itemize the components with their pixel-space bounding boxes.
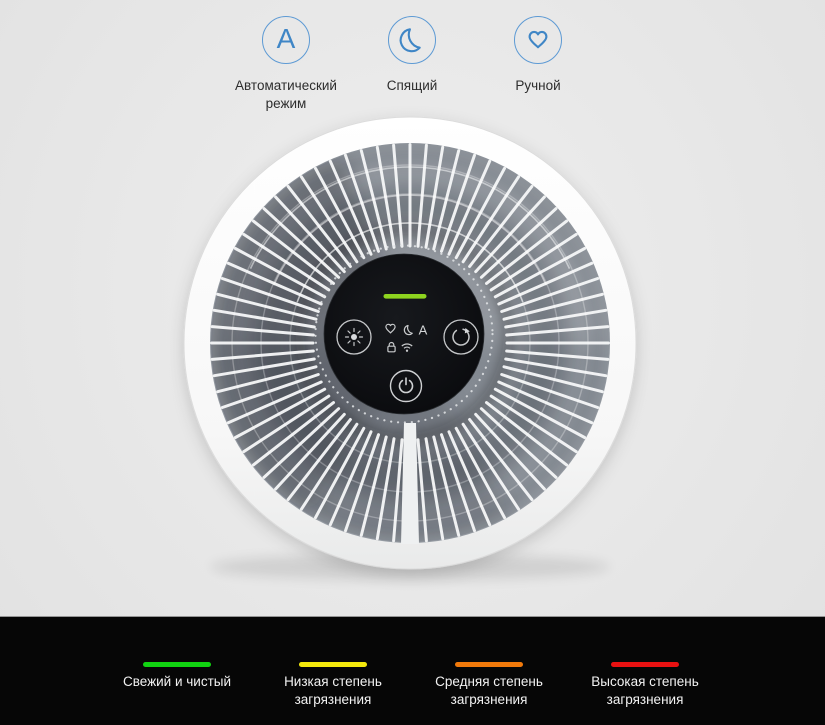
legend-item-clean: Свежий и чистый — [97, 617, 257, 691]
air-purifier-image: A — [160, 93, 660, 603]
legend-line-green — [143, 662, 211, 667]
mode-item-manual[interactable]: Ручной — [448, 16, 628, 95]
auto-mode-icon: A — [262, 16, 310, 64]
legend-label-low: Низкая степень загрязнения — [284, 673, 382, 709]
legend-item-medium: Средняя степень загрязнения — [409, 617, 569, 709]
legend-line-orange — [455, 662, 523, 667]
moon-icon — [398, 26, 426, 54]
legend-line-yellow — [299, 662, 367, 667]
grille-column — [401, 423, 419, 544]
sleep-moon-icon — [388, 16, 436, 64]
screen: A Автоматический режим Спящий — [0, 0, 825, 725]
legend-label-high: Высокая степень загрязнения — [591, 673, 699, 709]
auto-a-glyph: A — [419, 323, 428, 338]
air-quality-legend: Свежий и чистый Низкая степень загрязнен… — [0, 616, 825, 725]
legend-item-high: Высокая степень загрязнения — [565, 617, 725, 709]
legend-line-red — [611, 662, 679, 667]
manual-heart-icon — [514, 16, 562, 64]
brightness-sun-icon — [346, 329, 363, 346]
legend-item-low: Низкая степень загрязнения — [253, 617, 413, 709]
control-panel — [324, 254, 484, 414]
auto-a-glyph: A — [277, 25, 296, 53]
heart-icon — [524, 26, 552, 54]
legend-label-medium: Средняя степень загрязнения — [435, 673, 543, 709]
air-quality-indicator-light — [384, 294, 427, 299]
legend-label-clean: Свежий и чистый — [123, 673, 231, 691]
